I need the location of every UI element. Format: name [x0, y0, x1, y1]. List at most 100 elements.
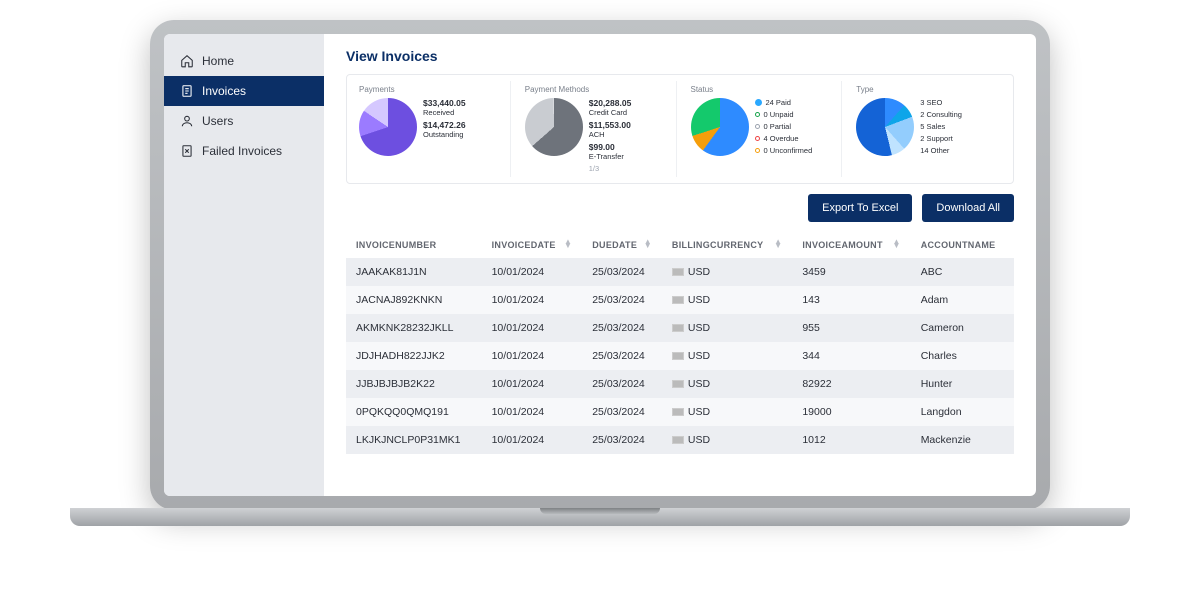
cell-duedate: 25/03/2024 — [582, 286, 662, 314]
sidebar-item-label: Users — [202, 114, 233, 128]
currency-flag-icon — [672, 324, 684, 332]
sidebar-item-label: Failed Invoices — [202, 144, 282, 158]
sort-icon: ▲▼ — [774, 240, 782, 248]
card-status: Status 24 Paid0 Unpaid0 Partial4 Overdue… — [685, 81, 843, 177]
main-content: View Invoices Payments $33,440.05 — [324, 34, 1036, 496]
card-status-title: Status — [691, 85, 836, 94]
pie-chart-status — [691, 98, 749, 156]
table-row[interactable]: JJBJBJBJB2K2210/01/202425/03/2024USD8292… — [346, 370, 1014, 398]
card-payment-methods-title: Payment Methods — [525, 85, 670, 94]
cell-duedate: 25/03/2024 — [582, 426, 662, 454]
download-all-button[interactable]: Download All — [922, 194, 1014, 222]
column-header-invoicenumber[interactable]: INVOICENUMBER — [346, 232, 482, 258]
cell-duedate: 25/03/2024 — [582, 258, 662, 286]
cell-invoiceamount: 19000 — [792, 398, 910, 426]
column-header-invoiceamount[interactable]: INVOICEAMOUNT▲▼ — [792, 232, 910, 258]
currency-flag-icon — [672, 408, 684, 416]
column-header-billingcurrency[interactable]: BILLINGCURRENCY▲▼ — [662, 232, 792, 258]
currency-flag-icon — [672, 296, 684, 304]
cell-accountname: Charles — [911, 342, 1014, 370]
card-payments-legend: $33,440.05 Received $14,472.26 Outstandi… — [423, 98, 466, 156]
cell-billingcurrency: USD — [662, 370, 792, 398]
cell-accountname: Cameron — [911, 314, 1014, 342]
cell-billingcurrency: USD — [662, 398, 792, 426]
cell-accountname: Hunter — [911, 370, 1014, 398]
card-payments-title: Payments — [359, 85, 504, 94]
cell-billingcurrency: USD — [662, 426, 792, 454]
cell-invoiceamount: 1012 — [792, 426, 910, 454]
cell-billingcurrency: USD — [662, 258, 792, 286]
sort-icon: ▲▼ — [564, 240, 572, 248]
sidebar-item-users[interactable]: Users — [164, 106, 324, 136]
laptop-mockup: Home Invoices Users Failed Invoices View In… — [70, 20, 1130, 580]
cell-invoicedate: 10/01/2024 — [482, 314, 583, 342]
cell-invoicenumber: JDJHADH822JJK2 — [346, 342, 482, 370]
currency-flag-icon — [672, 436, 684, 444]
card-payment-methods-legend: $20,288.05Credit Card$11,553.00ACH$99.00… — [589, 98, 632, 173]
table-row[interactable]: JDJHADH822JJK210/01/202425/03/2024USD344… — [346, 342, 1014, 370]
cell-invoicenumber: LKJKJNCLP0P31MK1 — [346, 426, 482, 454]
sidebar-item-label: Home — [202, 54, 234, 68]
cell-invoicedate: 10/01/2024 — [482, 370, 583, 398]
laptop-bezel: Home Invoices Users Failed Invoices View In… — [150, 20, 1050, 510]
user-icon — [180, 114, 194, 128]
sidebar-item-failed-invoices[interactable]: Failed Invoices — [164, 136, 324, 166]
currency-flag-icon — [672, 268, 684, 276]
home-icon — [180, 54, 194, 68]
app-window: Home Invoices Users Failed Invoices View In… — [164, 34, 1036, 496]
pie-chart-type — [856, 98, 914, 156]
card-payments: Payments $33,440.05 Received $14,472.26 … — [353, 81, 511, 177]
column-header-accountname[interactable]: ACCOUNTNAME — [911, 232, 1014, 258]
cell-accountname: ABC — [911, 258, 1014, 286]
cell-invoicenumber: JJBJBJBJB2K22 — [346, 370, 482, 398]
invoices-table-body: JAAKAK81J1N10/01/202425/03/2024USD3459AB… — [346, 258, 1014, 454]
card-type-title: Type — [856, 85, 1001, 94]
column-header-invoicedate[interactable]: INVOICEDATE▲▼ — [482, 232, 583, 258]
pie-chart-payments — [359, 98, 417, 156]
cell-duedate: 25/03/2024 — [582, 398, 662, 426]
column-header-duedate[interactable]: DUEDATE▲▼ — [582, 232, 662, 258]
card-type: Type 3 SEO2 Consulting5 Sales2 Support14… — [850, 81, 1007, 177]
sidebar-item-invoices[interactable]: Invoices — [164, 76, 324, 106]
sort-icon: ▲▼ — [644, 240, 652, 248]
sidebar-item-home[interactable]: Home — [164, 46, 324, 76]
table-row[interactable]: JAAKAK81J1N10/01/202425/03/2024USD3459AB… — [346, 258, 1014, 286]
cell-accountname: Adam — [911, 286, 1014, 314]
sidebar: Home Invoices Users Failed Invoices — [164, 34, 324, 496]
sort-icon: ▲▼ — [892, 240, 900, 248]
sidebar-item-label: Invoices — [202, 84, 246, 98]
table-row[interactable]: 0PQKQQ0QMQ19110/01/202425/03/2024USD1900… — [346, 398, 1014, 426]
card-type-legend: 3 SEO2 Consulting5 Sales2 Support14 Othe… — [920, 98, 962, 156]
cell-invoicenumber: 0PQKQQ0QMQ191 — [346, 398, 482, 426]
table-row[interactable]: LKJKJNCLP0P31MK110/01/202425/03/2024USD1… — [346, 426, 1014, 454]
cell-accountname: Mackenzie — [911, 426, 1014, 454]
cell-invoiceamount: 3459 — [792, 258, 910, 286]
laptop-base — [70, 508, 1130, 526]
cell-invoicedate: 10/01/2024 — [482, 398, 583, 426]
currency-flag-icon — [672, 380, 684, 388]
cell-duedate: 25/03/2024 — [582, 342, 662, 370]
export-to-excel-button[interactable]: Export To Excel — [808, 194, 912, 222]
cell-invoicedate: 10/01/2024 — [482, 342, 583, 370]
cell-billingcurrency: USD — [662, 314, 792, 342]
cell-invoicedate: 10/01/2024 — [482, 286, 583, 314]
cell-invoiceamount: 82922 — [792, 370, 910, 398]
failed-invoice-icon — [180, 144, 194, 158]
cell-invoiceamount: 955 — [792, 314, 910, 342]
invoice-icon — [180, 84, 194, 98]
page-title: View Invoices — [346, 48, 1014, 64]
cell-duedate: 25/03/2024 — [582, 370, 662, 398]
payment-methods-pager[interactable]: 1/3 — [589, 164, 632, 173]
table-row[interactable]: JACNAJ892KNKN10/01/202425/03/2024USD143A… — [346, 286, 1014, 314]
table-row[interactable]: AKMKNK28232JKLL10/01/202425/03/2024USD95… — [346, 314, 1014, 342]
cell-invoicenumber: AKMKNK28232JKLL — [346, 314, 482, 342]
cell-accountname: Langdon — [911, 398, 1014, 426]
cell-invoicedate: 10/01/2024 — [482, 426, 583, 454]
cell-invoiceamount: 344 — [792, 342, 910, 370]
invoices-table-head: INVOICENUMBERINVOICEDATE▲▼DUEDATE▲▼BILLI… — [346, 232, 1014, 258]
pie-chart-payment-methods — [525, 98, 583, 156]
currency-flag-icon — [672, 352, 684, 360]
cell-invoicedate: 10/01/2024 — [482, 258, 583, 286]
table-actions: Export To Excel Download All — [346, 194, 1014, 222]
cell-invoicenumber: JAAKAK81J1N — [346, 258, 482, 286]
